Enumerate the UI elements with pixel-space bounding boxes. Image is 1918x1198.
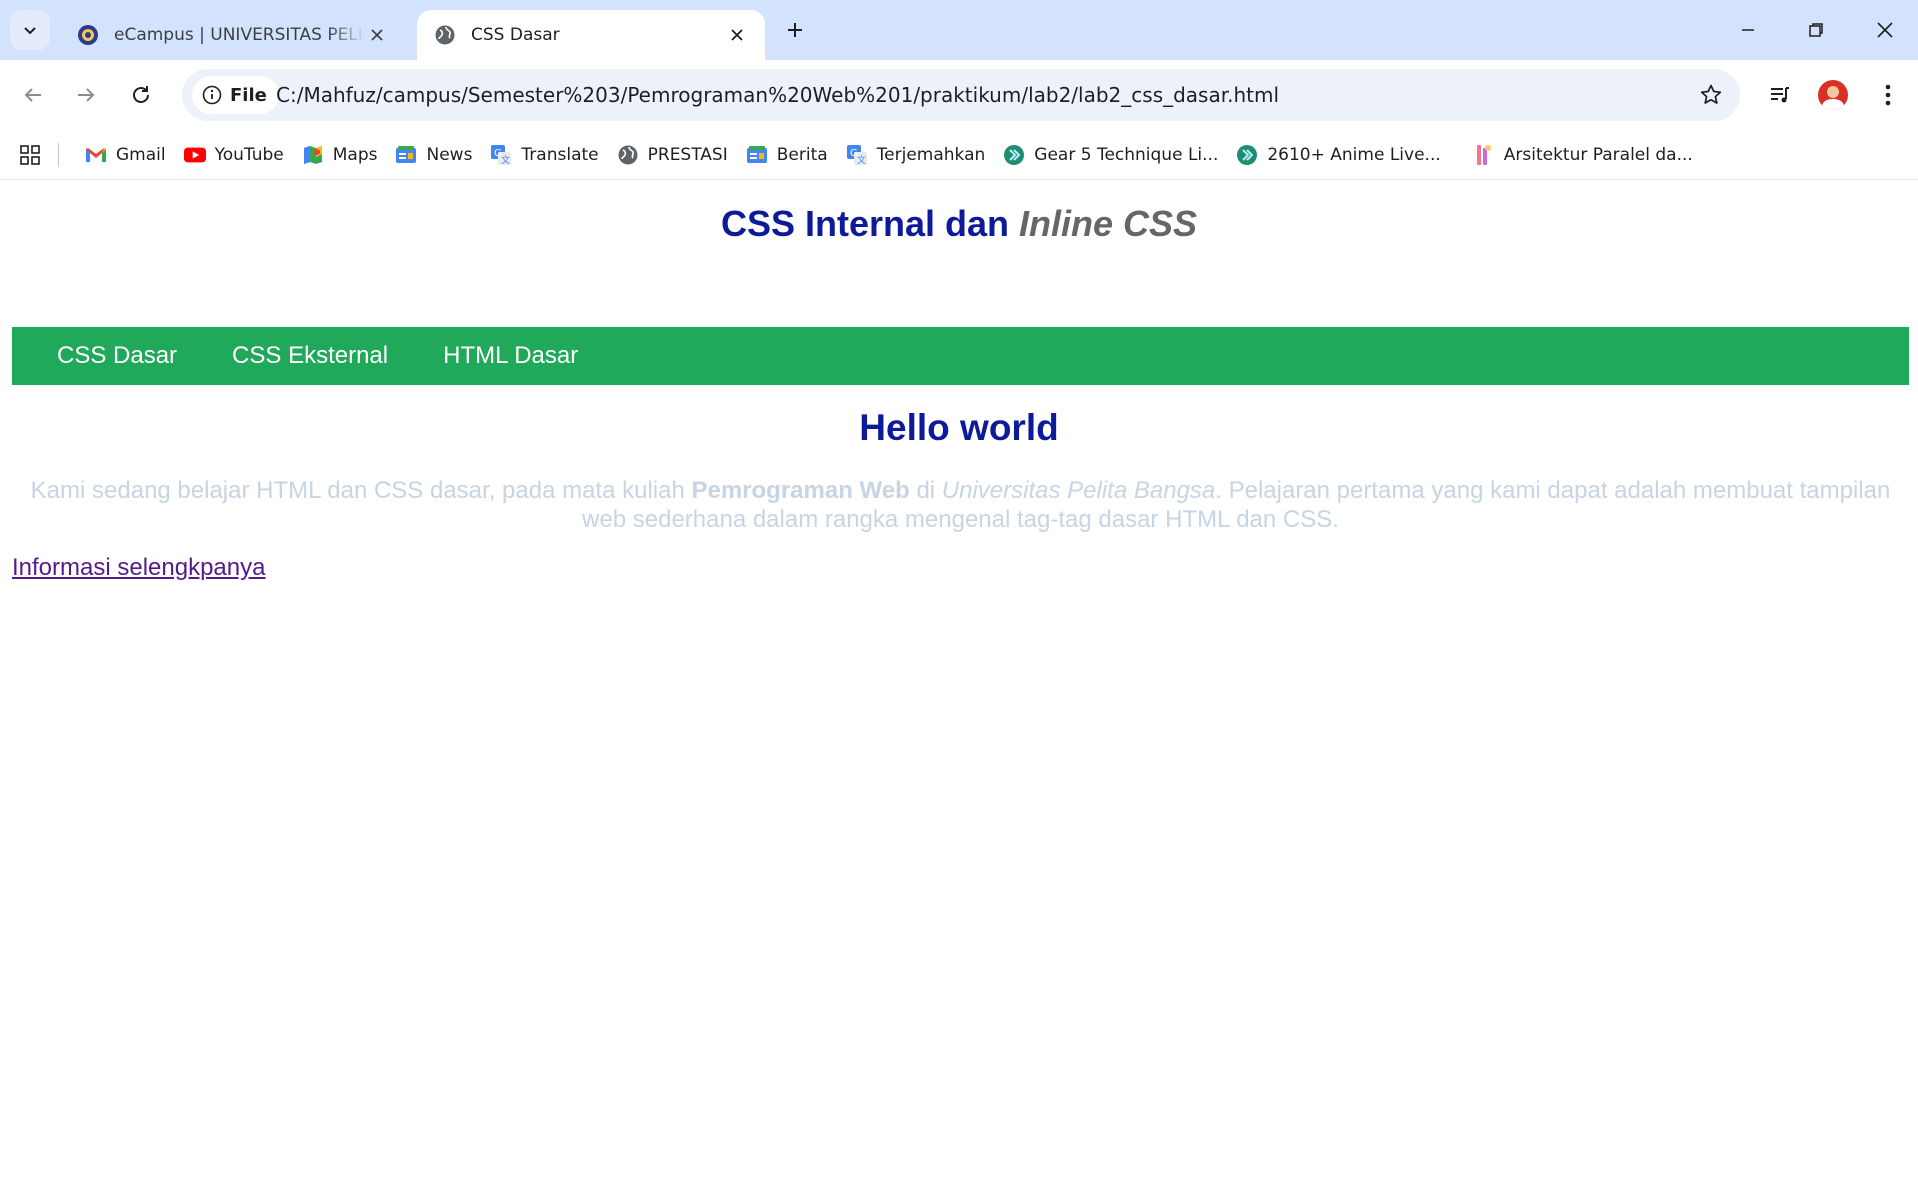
apps-button[interactable] bbox=[16, 141, 44, 169]
bookmark-label: Maps bbox=[332, 144, 378, 165]
bookmark-label: PRESTASI bbox=[647, 144, 728, 165]
profile-button[interactable] bbox=[1813, 75, 1853, 115]
double-chevron-icon bbox=[1236, 144, 1258, 166]
bookmark-translate[interactable]: G文 Translate bbox=[484, 138, 604, 172]
bookmark-label: Terjemahkan bbox=[876, 144, 986, 165]
back-button[interactable] bbox=[13, 75, 53, 115]
bookmark-label: News bbox=[426, 144, 473, 165]
bookmark-label: Berita bbox=[776, 144, 828, 165]
bookmark-gmail[interactable]: Gmail bbox=[79, 138, 172, 172]
minimize-button[interactable] bbox=[1723, 8, 1773, 52]
gradient-app-icon bbox=[1473, 144, 1495, 166]
avatar bbox=[1818, 80, 1848, 110]
plus-icon bbox=[788, 23, 802, 37]
bookmark-label: YouTube bbox=[214, 144, 284, 165]
bookmark-maps[interactable]: Maps bbox=[296, 138, 384, 172]
playlist-music-icon bbox=[1771, 87, 1789, 103]
page-viewport: CSS Internal dan Inline CSS CSS Dasar CS… bbox=[0, 181, 1918, 1198]
close-icon bbox=[1877, 22, 1893, 38]
youtube-icon bbox=[183, 144, 206, 166]
minimize-icon bbox=[1742, 29, 1754, 31]
paragraph-text-2: di bbox=[909, 477, 942, 504]
bookmark-label: Gear 5 Technique Li... bbox=[1034, 144, 1219, 165]
more-info-link[interactable]: Informasi selengkpanya bbox=[12, 554, 265, 582]
browser-toolbar: File C:/Mahfuz/campus/Semester%203/Pemro… bbox=[0, 60, 1918, 130]
tab-title: eCampus | UNIVERSITAS PELITA BANGSA bbox=[114, 25, 365, 45]
maps-icon bbox=[302, 144, 324, 166]
bookmark-gear5[interactable]: Gear 5 Technique Li... bbox=[997, 138, 1224, 172]
svg-text:文: 文 bbox=[501, 154, 510, 166]
translate-icon: G文 bbox=[846, 144, 868, 166]
forward-button[interactable] bbox=[66, 75, 106, 115]
address-bar[interactable]: File C:/Mahfuz/campus/Semester%203/Pemro… bbox=[182, 69, 1740, 121]
bookmark-label: Translate bbox=[521, 144, 599, 165]
restore-button[interactable] bbox=[1791, 8, 1841, 52]
close-window-button[interactable] bbox=[1860, 8, 1910, 52]
bookmarks-divider bbox=[58, 142, 59, 167]
paragraph-text-1: Kami sedang belajar HTML dan CSS dasar, … bbox=[30, 477, 692, 504]
page-title-inline: Inline CSS bbox=[1019, 203, 1198, 244]
new-tab-button[interactable] bbox=[780, 15, 810, 45]
media-controls-button[interactable] bbox=[1760, 75, 1800, 115]
intro-paragraph: Kami sedang belajar HTML dan CSS dasar, … bbox=[12, 476, 1909, 534]
chevron-down-icon bbox=[24, 27, 36, 35]
news-icon bbox=[395, 144, 417, 166]
star-icon bbox=[1700, 84, 1722, 104]
site-info-chip[interactable]: File bbox=[192, 76, 279, 114]
nav-link-html-dasar[interactable]: HTML Dasar bbox=[421, 342, 611, 370]
nav-link-css-dasar[interactable]: CSS Dasar bbox=[12, 342, 210, 370]
page-title-main: CSS Internal dan bbox=[720, 203, 1020, 244]
restore-icon bbox=[1809, 23, 1823, 37]
close-tab-icon[interactable] bbox=[365, 23, 389, 47]
bookmark-anime-live[interactable]: 2610+ Anime Live... bbox=[1230, 138, 1446, 172]
svg-text:文: 文 bbox=[857, 154, 866, 166]
bookmark-terjemahkan[interactable]: G文 Terjemahkan bbox=[840, 138, 992, 172]
bookmark-arsitektur[interactable]: Arsitektur Paralel da... bbox=[1467, 138, 1699, 172]
bookmark-label: Arsitektur Paralel da... bbox=[1503, 144, 1693, 165]
apps-grid-icon bbox=[20, 144, 40, 165]
site-nav: CSS Dasar CSS Eksternal HTML Dasar bbox=[12, 327, 1909, 385]
site-info-label: File bbox=[230, 84, 267, 106]
menu-button[interactable] bbox=[1868, 75, 1908, 115]
bookmarks-bar: Gmail YouTube Maps News G文 Translate PRE… bbox=[0, 130, 1918, 180]
nav-link-css-eksternal[interactable]: CSS Eksternal bbox=[210, 342, 421, 370]
url-text[interactable]: C:/Mahfuz/campus/Semester%203/Pemrograma… bbox=[276, 69, 1279, 121]
page-title: CSS Internal dan Inline CSS bbox=[0, 203, 1918, 245]
bookmark-youtube[interactable]: YouTube bbox=[178, 138, 290, 172]
tab-title: CSS Dasar bbox=[471, 25, 560, 45]
bookmark-prestasi[interactable]: PRESTASI bbox=[611, 138, 734, 172]
kebab-menu-icon bbox=[1885, 84, 1891, 106]
arrow-left-icon bbox=[24, 88, 41, 102]
gmail-icon bbox=[85, 144, 107, 166]
close-tab-icon[interactable] bbox=[725, 23, 749, 47]
tab-search-button[interactable] bbox=[10, 10, 50, 50]
reload-button[interactable] bbox=[121, 75, 161, 115]
arrow-right-icon bbox=[78, 88, 95, 102]
tab-css-dasar[interactable]: CSS Dasar bbox=[417, 10, 765, 60]
bookmark-star-button[interactable] bbox=[1696, 80, 1726, 110]
double-chevron-icon bbox=[1003, 144, 1025, 166]
hello-heading: Hello world bbox=[859, 407, 1059, 448]
bookmark-news[interactable]: News bbox=[389, 138, 478, 172]
tab-ecampus[interactable]: eCampus | UNIVERSITAS PELITA BANGSA bbox=[60, 10, 405, 60]
translate-icon: G文 bbox=[490, 144, 512, 166]
news-icon bbox=[746, 144, 768, 166]
reload-icon bbox=[133, 86, 149, 103]
bookmark-label: 2610+ Anime Live... bbox=[1267, 144, 1441, 165]
globe-icon bbox=[433, 23, 457, 47]
university-logo-icon bbox=[76, 23, 100, 47]
paragraph-bold: Pemrograman Web bbox=[691, 477, 910, 504]
paragraph-italic: Universitas Pelita Bangsa bbox=[941, 477, 1216, 504]
tab-strip: eCampus | UNIVERSITAS PELITA BANGSA CSS … bbox=[0, 0, 1918, 60]
bookmark-label: Gmail bbox=[116, 144, 166, 165]
globe-icon bbox=[617, 144, 639, 166]
info-icon bbox=[202, 85, 222, 105]
bookmark-berita[interactable]: Berita bbox=[740, 138, 834, 172]
